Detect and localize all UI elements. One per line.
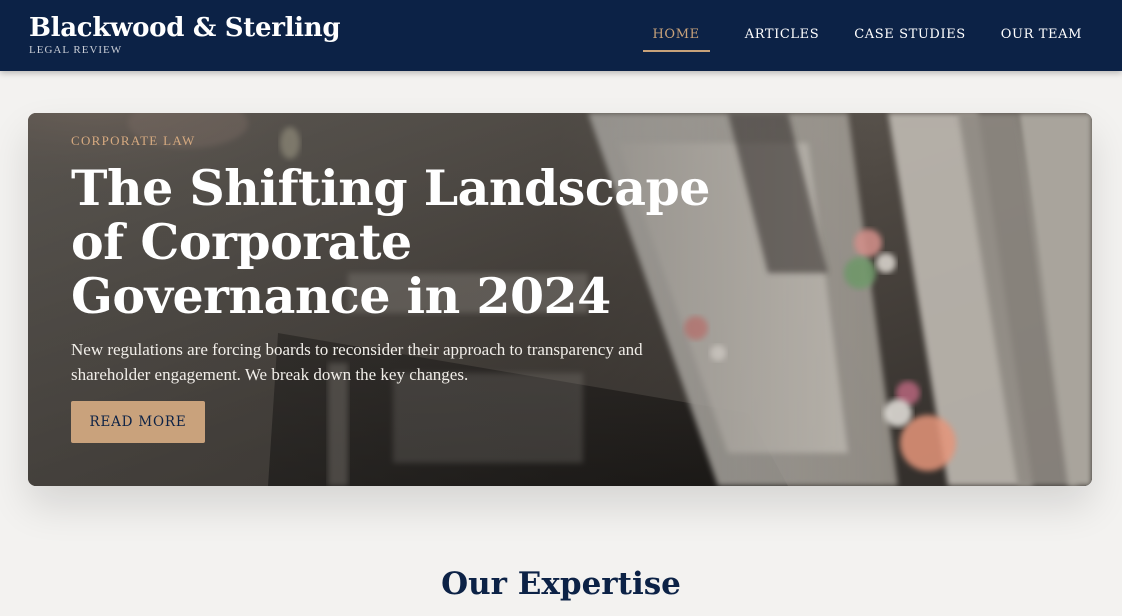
article-category[interactable]: CORPORATE LAW	[71, 133, 771, 149]
nav-item-articles[interactable]: ARTICLES	[745, 21, 820, 50]
brand-logo[interactable]: Blackwood & Sterling LEGAL REVIEW	[29, 12, 341, 56]
brand-tagline: LEGAL REVIEW	[29, 44, 123, 56]
brand-name: Blackwood & Sterling	[29, 13, 341, 43]
site-header: Blackwood & Sterling LEGAL REVIEW HOME A…	[0, 0, 1122, 71]
hero-description: New regulations are forcing boards to re…	[71, 340, 643, 384]
nav-item-case-studies[interactable]: CASE STUDIES	[854, 21, 966, 50]
hero-banner: CORPORATE LAW The Shifting Landscape of …	[28, 113, 1092, 486]
section-heading-expertise: Our Expertise	[441, 566, 681, 602]
hero-content: CORPORATE LAW The Shifting Landscape of …	[71, 133, 771, 387]
main-nav: HOME ARTICLES CASE STUDIES OUR TEAM	[642, 0, 1083, 71]
nav-item-home[interactable]: HOME	[642, 21, 710, 52]
read-more-button[interactable]: READ MORE	[71, 401, 205, 443]
hero-title: The Shifting Landscape of Corporate Gove…	[71, 159, 710, 325]
nav-item-our-team[interactable]: OUR TEAM	[1001, 21, 1082, 50]
